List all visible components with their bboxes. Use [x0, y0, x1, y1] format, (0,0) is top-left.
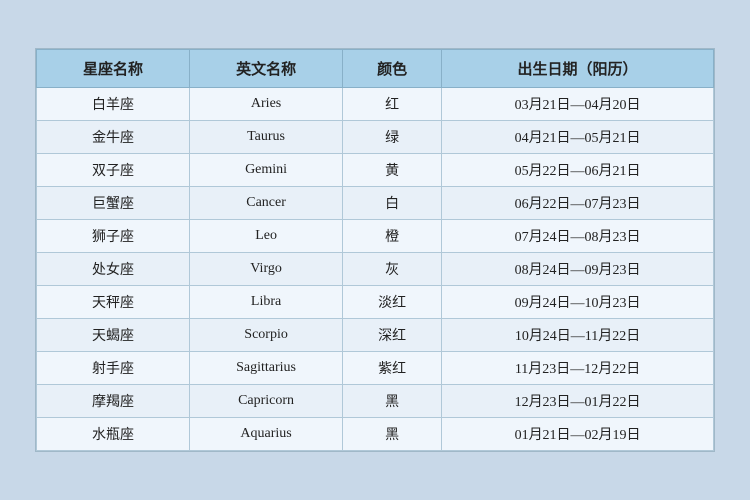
- table-row: 天秤座Libra淡红09月24日—10月23日: [37, 286, 714, 319]
- table-cell-3-0: 巨蟹座: [37, 187, 190, 220]
- table-cell-7-0: 天蝎座: [37, 319, 190, 352]
- table-cell-8-0: 射手座: [37, 352, 190, 385]
- table-cell-6-0: 天秤座: [37, 286, 190, 319]
- table-row: 水瓶座Aquarius黑01月21日—02月19日: [37, 418, 714, 451]
- table-cell-10-3: 01月21日—02月19日: [442, 418, 714, 451]
- table-cell-2-1: Gemini: [190, 154, 343, 187]
- table-body: 白羊座Aries红03月21日—04月20日金牛座Taurus绿04月21日—0…: [37, 88, 714, 451]
- table-cell-6-3: 09月24日—10月23日: [442, 286, 714, 319]
- table-cell-4-3: 07月24日—08月23日: [442, 220, 714, 253]
- table-row: 天蝎座Scorpio深红10月24日—11月22日: [37, 319, 714, 352]
- table-cell-7-2: 深红: [343, 319, 442, 352]
- table-cell-2-3: 05月22日—06月21日: [442, 154, 714, 187]
- table-cell-4-2: 橙: [343, 220, 442, 253]
- table-cell-3-3: 06月22日—07月23日: [442, 187, 714, 220]
- table-cell-5-1: Virgo: [190, 253, 343, 286]
- table-cell-3-2: 白: [343, 187, 442, 220]
- table-cell-6-2: 淡红: [343, 286, 442, 319]
- table-row: 白羊座Aries红03月21日—04月20日: [37, 88, 714, 121]
- table-row: 金牛座Taurus绿04月21日—05月21日: [37, 121, 714, 154]
- table-cell-10-2: 黑: [343, 418, 442, 451]
- table-cell-3-1: Cancer: [190, 187, 343, 220]
- table-row: 摩羯座Capricorn黑12月23日—01月22日: [37, 385, 714, 418]
- table-cell-8-1: Sagittarius: [190, 352, 343, 385]
- table-cell-2-0: 双子座: [37, 154, 190, 187]
- table-row: 狮子座Leo橙07月24日—08月23日: [37, 220, 714, 253]
- table-cell-0-1: Aries: [190, 88, 343, 121]
- table-cell-6-1: Libra: [190, 286, 343, 319]
- table-cell-4-0: 狮子座: [37, 220, 190, 253]
- table-row: 双子座Gemini黄05月22日—06月21日: [37, 154, 714, 187]
- table-header-row: 星座名称英文名称颜色出生日期（阳历）: [37, 50, 714, 88]
- table-cell-1-1: Taurus: [190, 121, 343, 154]
- table-row: 射手座Sagittarius紫红11月23日—12月22日: [37, 352, 714, 385]
- table-cell-5-2: 灰: [343, 253, 442, 286]
- table-cell-1-0: 金牛座: [37, 121, 190, 154]
- table-header-3: 出生日期（阳历）: [442, 50, 714, 88]
- table-cell-5-3: 08月24日—09月23日: [442, 253, 714, 286]
- table-cell-0-3: 03月21日—04月20日: [442, 88, 714, 121]
- table-cell-2-2: 黄: [343, 154, 442, 187]
- table-cell-7-1: Scorpio: [190, 319, 343, 352]
- table-header-0: 星座名称: [37, 50, 190, 88]
- table-cell-4-1: Leo: [190, 220, 343, 253]
- table-cell-8-2: 紫红: [343, 352, 442, 385]
- table-cell-0-0: 白羊座: [37, 88, 190, 121]
- table-cell-7-3: 10月24日—11月22日: [442, 319, 714, 352]
- table-header-2: 颜色: [343, 50, 442, 88]
- table-cell-10-1: Aquarius: [190, 418, 343, 451]
- table-cell-9-2: 黑: [343, 385, 442, 418]
- zodiac-table-container: 星座名称英文名称颜色出生日期（阳历） 白羊座Aries红03月21日—04月20…: [35, 48, 715, 452]
- table-cell-1-2: 绿: [343, 121, 442, 154]
- table-cell-9-3: 12月23日—01月22日: [442, 385, 714, 418]
- zodiac-table: 星座名称英文名称颜色出生日期（阳历） 白羊座Aries红03月21日—04月20…: [36, 49, 714, 451]
- table-header-1: 英文名称: [190, 50, 343, 88]
- table-cell-10-0: 水瓶座: [37, 418, 190, 451]
- table-cell-8-3: 11月23日—12月22日: [442, 352, 714, 385]
- table-cell-5-0: 处女座: [37, 253, 190, 286]
- table-row: 巨蟹座Cancer白06月22日—07月23日: [37, 187, 714, 220]
- table-cell-1-3: 04月21日—05月21日: [442, 121, 714, 154]
- table-cell-9-1: Capricorn: [190, 385, 343, 418]
- table-cell-0-2: 红: [343, 88, 442, 121]
- table-row: 处女座Virgo灰08月24日—09月23日: [37, 253, 714, 286]
- table-cell-9-0: 摩羯座: [37, 385, 190, 418]
